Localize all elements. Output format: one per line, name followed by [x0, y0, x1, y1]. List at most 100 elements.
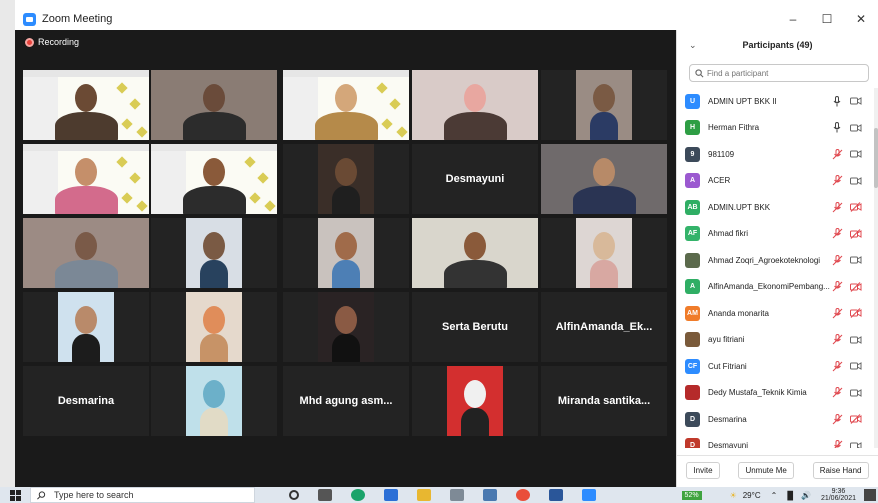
microphone-muted-icon[interactable]	[830, 200, 844, 214]
microphone-muted-icon[interactable]	[830, 333, 844, 347]
participant-row[interactable]: D Desmayuni	[677, 433, 873, 448]
participant-row[interactable]: D Desmarina	[677, 406, 873, 432]
zoom-taskbar-icon[interactable]	[582, 489, 596, 501]
video-off-icon[interactable]	[849, 121, 863, 135]
video-off-icon[interactable]	[849, 174, 863, 188]
video-tile[interactable]	[283, 144, 409, 214]
video-tile[interactable]	[23, 292, 149, 362]
photos-icon[interactable]	[450, 489, 464, 501]
participant-search-box[interactable]	[689, 64, 869, 82]
unmute-me-button[interactable]: Unmute Me	[738, 462, 794, 479]
video-tile[interactable]	[283, 70, 409, 140]
video-tile[interactable]	[541, 70, 667, 140]
microphone-muted-icon[interactable]	[830, 147, 844, 161]
battery-indicator[interactable]: 52%	[681, 490, 702, 500]
close-button[interactable]: ✕	[844, 8, 878, 30]
notification-icon[interactable]	[864, 489, 876, 501]
microphone-muted-icon[interactable]	[830, 174, 844, 188]
temperature-label[interactable]: 29°C	[743, 491, 761, 500]
maximize-button[interactable]: ☐	[810, 8, 844, 30]
chrome-icon[interactable]	[516, 489, 530, 501]
microphone-muted-icon[interactable]	[830, 386, 844, 400]
video-tile[interactable]: Mhd agung asm...	[283, 366, 409, 436]
video-tile[interactable]: Miranda santika...	[541, 366, 667, 436]
participant-row[interactable]: U ADMIN UPT BKK II	[677, 88, 873, 114]
mail-icon[interactable]	[384, 489, 398, 501]
edge-icon[interactable]	[351, 489, 365, 501]
video-off-icon[interactable]	[849, 386, 863, 400]
participant-row[interactable]: Dedy Mustafa_Teknik Kimia	[677, 380, 873, 406]
video-tile[interactable]: Serta Berutu	[412, 292, 538, 362]
participant-row[interactable]: ayu fitriani	[677, 327, 873, 353]
video-off-icon[interactable]	[849, 94, 863, 108]
video-off-icon[interactable]	[849, 359, 863, 373]
video-blocked-icon[interactable]	[849, 306, 863, 320]
video-blocked-icon[interactable]	[849, 227, 863, 241]
participant-row[interactable]: CF Cut Fitriani	[677, 353, 873, 379]
microphone-muted-icon[interactable]	[830, 253, 844, 267]
video-tile[interactable]	[23, 218, 149, 288]
title-bar[interactable]: Zoom Meeting – ☐ ✕	[15, 8, 878, 30]
volume-icon[interactable]: 🔊	[801, 491, 811, 500]
participant-row[interactable]: 9 981109	[677, 141, 873, 167]
invite-button[interactable]: Invite	[686, 462, 720, 479]
participant-search-input[interactable]	[707, 68, 857, 78]
video-tile[interactable]	[151, 144, 277, 214]
raise-hand-button[interactable]: Raise Hand	[812, 462, 869, 479]
video-off-icon[interactable]	[849, 147, 863, 161]
video-tile[interactable]	[23, 70, 149, 140]
participant-row[interactable]: AM Ananda monarita	[677, 300, 873, 326]
video-blocked-icon[interactable]	[849, 412, 863, 426]
participant-row[interactable]: A ACER	[677, 168, 873, 194]
taskbar-search-box[interactable]: Type here to search	[30, 487, 255, 503]
video-tile[interactable]	[541, 144, 667, 214]
microphone-icon[interactable]	[830, 94, 844, 108]
video-tile[interactable]	[151, 70, 277, 140]
video-tile[interactable]	[412, 218, 538, 288]
microphone-muted-icon[interactable]	[830, 306, 844, 320]
recording-indicator[interactable]: Recording	[25, 37, 79, 47]
clock[interactable]: 9:36 21/06/2021	[821, 488, 856, 502]
video-tile[interactable]	[151, 366, 277, 436]
microphone-muted-icon[interactable]	[830, 439, 844, 448]
minimize-button[interactable]: –	[776, 8, 810, 30]
cortana-icon[interactable]	[289, 490, 299, 500]
video-tile[interactable]	[541, 218, 667, 288]
video-tile[interactable]	[412, 366, 538, 436]
network-icon[interactable]: █	[787, 491, 793, 500]
app-icon[interactable]	[483, 489, 497, 501]
participant-row[interactable]: AF Ahmad fikri	[677, 221, 873, 247]
video-blocked-icon[interactable]	[849, 200, 863, 214]
participant-row[interactable]: Ahmad Zoqri_Agroekoteknologi	[677, 247, 873, 273]
video-tile[interactable]	[412, 70, 538, 140]
video-blocked-icon[interactable]	[849, 280, 863, 294]
microphone-icon[interactable]	[830, 121, 844, 135]
video-tile[interactable]	[283, 292, 409, 362]
file-explorer-icon[interactable]	[417, 489, 431, 501]
microphone-muted-icon[interactable]	[830, 412, 844, 426]
weather-icon[interactable]: ☀	[730, 491, 737, 500]
video-off-icon[interactable]	[849, 253, 863, 267]
chevron-up-icon[interactable]: ⌃	[771, 491, 778, 500]
scroll-thumb[interactable]	[874, 128, 878, 188]
video-tile[interactable]	[151, 292, 277, 362]
video-off-icon[interactable]	[849, 333, 863, 347]
video-tile[interactable]: AlfinAmanda_Ek...	[541, 292, 667, 362]
microphone-muted-icon[interactable]	[830, 227, 844, 241]
participant-row[interactable]: A AlfinAmanda_EkonomiPembang...	[677, 274, 873, 300]
task-view-icon[interactable]	[318, 489, 332, 501]
microphone-muted-icon[interactable]	[830, 359, 844, 373]
video-tile[interactable]: Desmarina	[23, 366, 149, 436]
windows-start-icon[interactable]	[0, 487, 30, 503]
participant-row[interactable]: H Herman Fithra	[677, 115, 873, 141]
video-tile[interactable]: Desmayuni	[412, 144, 538, 214]
word-icon[interactable]	[549, 489, 563, 501]
participant-row[interactable]: AB ADMIN.UPT BKK	[677, 194, 873, 220]
microphone-muted-icon[interactable]	[830, 280, 844, 294]
video-off-icon[interactable]	[849, 439, 863, 448]
video-tile[interactable]	[151, 218, 277, 288]
video-tile[interactable]	[23, 144, 149, 214]
video-tile[interactable]	[283, 218, 409, 288]
participant-scrollbar[interactable]	[874, 88, 878, 448]
slide-banner	[283, 70, 409, 77]
